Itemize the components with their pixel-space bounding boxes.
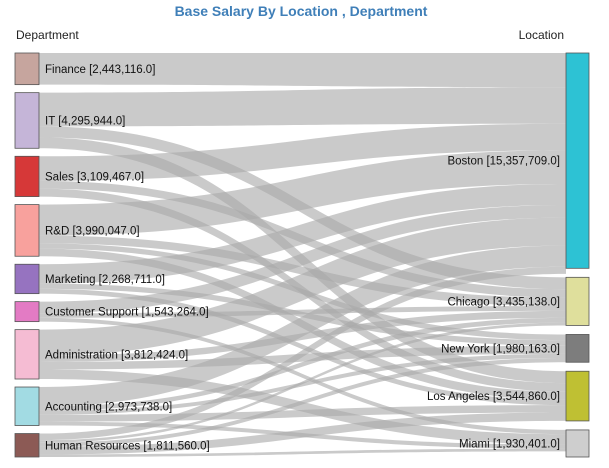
source-label-sales: Sales [3,109,467.0] bbox=[45, 171, 144, 183]
source-label-finance: Finance [2,443,116.0] bbox=[45, 64, 155, 76]
target-node-chicago[interactable] bbox=[565, 276, 590, 326]
target-label-los-angeles: Los Angeles [3,544,860.0] bbox=[427, 391, 560, 403]
source-node-accounting[interactable] bbox=[14, 386, 40, 426]
target-label-chicago: Chicago [3,435,138.0] bbox=[447, 296, 560, 308]
source-label-randd: R&D [3,990,047.0] bbox=[45, 225, 140, 237]
target-node-miami[interactable] bbox=[565, 429, 590, 458]
location-column-header: Location bbox=[519, 28, 564, 42]
source-node-randd[interactable] bbox=[14, 204, 40, 257]
source-node-human-resources[interactable] bbox=[14, 433, 40, 458]
target-node-los-angeles[interactable] bbox=[565, 370, 590, 422]
target-label-new-york: New York [1,980,163.0] bbox=[441, 343, 560, 355]
source-label-marketing: Marketing [2,268,711.0] bbox=[45, 274, 165, 286]
chart-title: Base Salary By Location , Department bbox=[175, 3, 428, 19]
source-node-administration[interactable] bbox=[14, 329, 40, 380]
target-node-boston[interactable] bbox=[565, 52, 590, 269]
target-node-new-york[interactable] bbox=[565, 334, 590, 363]
source-label-administration: Administration [3,812,424.0] bbox=[45, 349, 188, 361]
target-label-boston: Boston [15,357,709.0] bbox=[447, 156, 560, 168]
source-label-it: IT [4,295,944.0] bbox=[45, 115, 125, 127]
department-column-header: Department bbox=[16, 28, 79, 42]
source-node-customer-support[interactable] bbox=[14, 301, 40, 323]
source-node-marketing[interactable] bbox=[14, 263, 40, 295]
target-label-miami: Miami [1,930,401.0] bbox=[459, 438, 560, 450]
source-node-sales[interactable] bbox=[14, 155, 40, 197]
source-node-finance[interactable] bbox=[14, 52, 40, 86]
source-label-human-resources: Human Resources [1,811,560.0] bbox=[45, 440, 210, 452]
source-label-accounting: Accounting [2,973,738.0] bbox=[45, 401, 172, 413]
source-label-customer-support: Customer Support [1,543,264.0] bbox=[45, 307, 209, 319]
source-node-it[interactable] bbox=[14, 92, 40, 149]
sankey-chart: Base Salary By Location , Department Dep… bbox=[14, 3, 590, 458]
